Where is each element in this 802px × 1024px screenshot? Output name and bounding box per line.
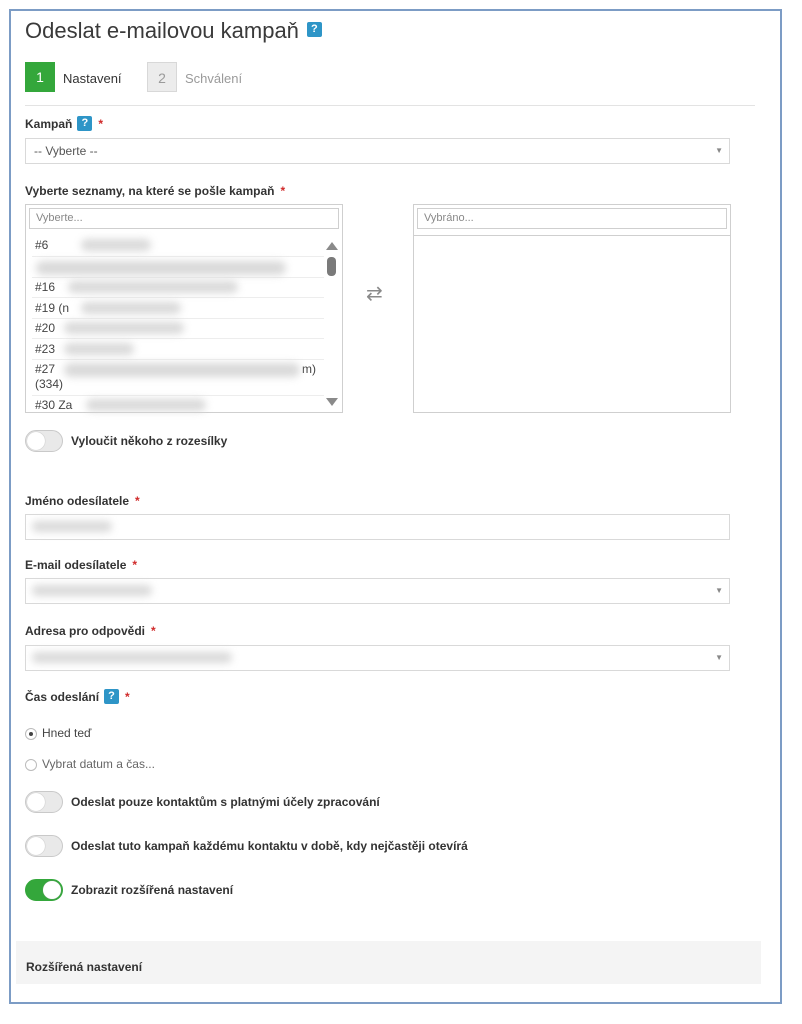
list-separator [32,338,324,339]
list-item[interactable]: #19 (n [35,301,69,315]
sender-email-select[interactable]: ▼ [25,578,730,604]
list-item[interactable]: #16 [35,280,55,294]
step-1-number[interactable]: 1 [25,62,55,92]
advanced-settings-toggle[interactable] [25,879,63,901]
best-time-label: Odeslat tuto kampaň každému kontaktu v d… [71,839,468,853]
required-marker: * [125,690,130,704]
reply-to-select[interactable]: ▼ [25,645,730,671]
selected-lists-panel[interactable]: Vybráno... [413,204,731,413]
send-now-radio[interactable] [25,728,37,740]
list-item[interactable]: #23 [35,342,55,356]
sender-name-label: Jméno odesílatele * [25,494,140,508]
redacted-text [32,521,112,532]
scroll-down-arrow-icon[interactable] [326,398,338,406]
chevron-down-icon: ▼ [715,146,723,155]
toggle-knob [43,881,61,899]
redacted-text [64,363,300,377]
step-2-label[interactable]: Schválení [185,71,242,86]
required-marker: * [132,558,138,572]
chevron-down-icon: ▼ [715,653,723,662]
list-separator [32,318,324,319]
redacted-text [86,399,206,411]
list-separator [32,277,324,278]
list-separator [32,256,324,257]
page-title: Odeslat e-mailovou kampaň? [25,18,322,44]
scrollbar-thumb[interactable] [327,257,336,276]
scroll-up-arrow-icon[interactable] [326,242,338,250]
exclude-label: Vyloučit někoho z rozesílky [71,434,228,448]
valid-purposes-label: Odeslat pouze kontaktům s platnými účely… [71,795,380,809]
available-lists-panel[interactable]: Vyberte... #6 #16 #19 (n #20 #23 #27 m) … [25,204,343,413]
list-item-line2: (334) [35,377,64,391]
send-now-label[interactable]: Hned teď [42,726,91,740]
advanced-settings-toggle-label: Zobrazit rozšířená nastavení [71,883,234,897]
advanced-settings-section[interactable]: Rozšířená nastavení [16,941,761,984]
send-later-label[interactable]: Vybrat datum a čas... [42,757,155,771]
list-separator [32,297,324,298]
toggle-knob [27,837,45,855]
sender-name-input[interactable] [25,514,730,540]
required-marker: * [280,184,286,198]
list-item-suffix: m) [302,362,316,376]
redacted-text [32,652,232,663]
divider [25,105,755,106]
toggle-knob [27,432,45,450]
list-item[interactable]: #6 [35,238,48,252]
step-1-label[interactable]: Nastavení [63,71,122,86]
campaign-label: Kampaň? * [25,116,104,132]
toggle-knob [27,793,45,811]
list-item[interactable]: #27 [35,362,55,376]
send-time-label: Čas odeslání? * [25,689,130,705]
list-item[interactable]: #30 Za [35,398,72,412]
required-marker: * [135,494,140,508]
help-icon[interactable]: ? [77,116,93,132]
advanced-settings-heading: Rozšířená nastavení [26,960,143,974]
selected-lists-search[interactable]: Vybráno... [417,208,727,229]
redacted-text [32,585,152,596]
best-time-toggle[interactable] [25,835,63,857]
required-marker: * [151,624,156,638]
exclude-toggle[interactable] [25,430,63,452]
redacted-text [64,343,134,355]
redacted-text [81,302,181,314]
redacted-text [36,261,286,275]
available-lists-search[interactable]: Vyberte... [29,208,339,229]
lists-label: Vyberte seznamy, na které se pošle kampa… [25,184,286,198]
send-later-radio[interactable] [25,759,37,771]
list-separator [32,359,324,360]
valid-purposes-toggle[interactable] [25,791,63,813]
required-marker: * [98,117,104,131]
panel-divider [414,235,730,236]
help-icon[interactable]: ? [306,21,322,37]
transfer-arrows-icon[interactable]: ⇄ [366,281,383,306]
reply-to-label: Adresa pro odpovědi * [25,624,156,638]
redacted-text [64,322,184,334]
redacted-text [68,281,238,293]
redacted-text [81,239,151,251]
campaign-select[interactable]: -- Vyberte -- ▼ [25,138,730,164]
sender-email-label: E-mail odesílatele * [25,558,138,572]
list-item[interactable]: #20 [35,321,55,335]
help-icon[interactable]: ? [104,689,120,705]
step-2-number[interactable]: 2 [147,62,177,92]
list-separator [32,395,324,396]
chevron-down-icon: ▼ [715,586,723,595]
